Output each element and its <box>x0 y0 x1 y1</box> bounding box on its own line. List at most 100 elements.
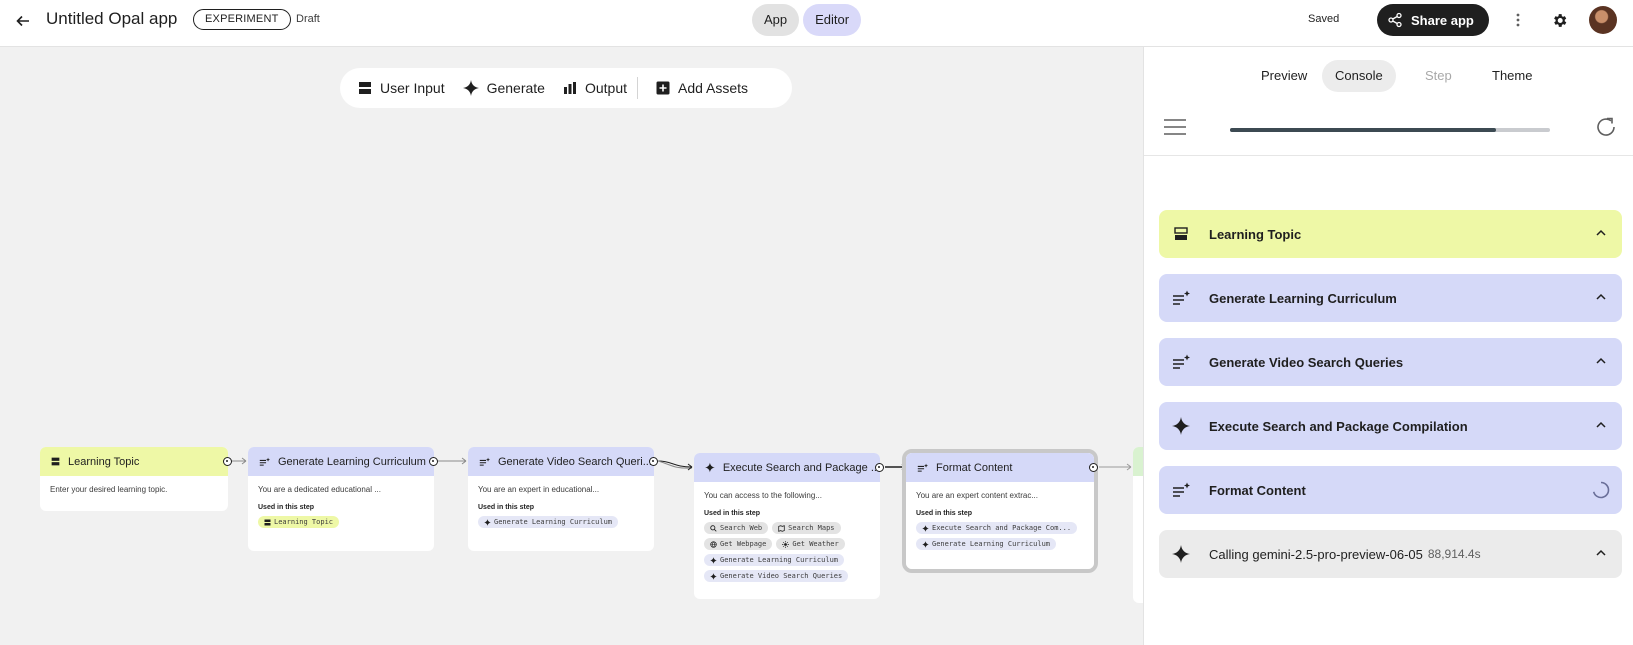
text-generate-icon <box>1171 480 1191 500</box>
dependency-chip[interactable]: Learning Topic <box>258 516 340 528</box>
text-generate-icon <box>479 457 490 466</box>
node-body: You can access to the following... Used … <box>694 482 880 590</box>
app-mode-button[interactable]: App <box>752 4 800 36</box>
output-port[interactable] <box>223 457 232 466</box>
sparkle-icon <box>922 524 929 532</box>
console-item-label: Execute Search and Package Compilation <box>1209 418 1468 434</box>
output-port[interactable] <box>429 457 438 466</box>
app-title[interactable]: Untitled Opal app <box>46 9 177 29</box>
panel-tabs: Preview Console Step Theme <box>1144 60 1633 92</box>
loading-spinner-icon <box>1592 481 1610 499</box>
node-header[interactable]: Learning Topic <box>40 447 228 476</box>
console-item-generate-video-search-queries[interactable]: Generate Video Search Queries <box>1159 338 1622 386</box>
node-generate-learning-curriculum[interactable]: Generate Learning Curriculum You are a d… <box>248 447 438 551</box>
node-header[interactable]: Execute Search and Package ... <box>694 453 880 482</box>
node-execute-search-and-package[interactable]: Execute Search and Package ... You can a… <box>694 453 884 599</box>
node-body: You are an expert content extrac... Used… <box>906 482 1094 558</box>
text-generate-icon <box>1171 288 1191 308</box>
sparkle-icon <box>1171 416 1191 436</box>
tool-chip-get-weather[interactable]: Get Weather <box>776 538 845 550</box>
used-in-step-label: Used in this step <box>478 504 535 511</box>
globe-icon <box>710 540 717 548</box>
console-item-label: Format Content <box>1209 482 1306 498</box>
node-description: You are an expert content extrac... <box>916 491 1039 500</box>
more-vert-icon <box>1516 13 1520 27</box>
restart-button[interactable] <box>1594 115 1618 144</box>
chip-label: Generate Learning Curriculum <box>932 540 1051 548</box>
chevron-up-icon <box>1596 549 1606 556</box>
console-item-generate-learning-curriculum[interactable]: Generate Learning Curriculum <box>1159 274 1622 322</box>
node-header[interactable]: Format Content <box>906 453 1094 482</box>
sparkle-icon <box>705 462 715 473</box>
chip-label: Generate Learning Curriculum <box>720 556 839 564</box>
console-panel: Preview Console Step Theme Learning Topi… <box>1143 47 1633 645</box>
app-header: Untitled Opal app EXPERIMENT Draft App E… <box>0 0 1633 47</box>
console-item-label: Generate Learning Curriculum <box>1209 290 1397 306</box>
chevron-up-icon <box>1596 293 1606 300</box>
tab-console[interactable]: Console <box>1322 60 1396 92</box>
dependency-chip[interactable]: Generate Learning Curriculum <box>704 554 845 566</box>
console-item-label: Learning Topic <box>1209 226 1302 242</box>
dependency-chip[interactable]: Generate Learning Curriculum <box>916 538 1057 550</box>
output-port[interactable] <box>649 457 658 466</box>
chip-label: Search Web <box>720 524 763 532</box>
console-item-execute-search[interactable]: Execute Search and Package Compilation <box>1159 402 1622 450</box>
user-input-icon <box>1171 224 1191 244</box>
tab-preview[interactable]: Preview <box>1248 60 1320 92</box>
editor-mode-button[interactable]: Editor <box>803 4 862 36</box>
console-item-learning-topic[interactable]: Learning Topic <box>1159 210 1622 258</box>
chip-label: Execute Search and Package Com... <box>932 524 1072 532</box>
node-generate-video-search-queries[interactable]: Generate Video Search Queri... You are a… <box>468 447 658 551</box>
node-format-content[interactable]: Format Content You are an expert content… <box>906 453 1098 569</box>
tool-chip-get-webpage[interactable]: Get Webpage <box>704 538 773 550</box>
editor-canvas[interactable]: User Input Generate Output Add Assets Le… <box>0 47 1143 645</box>
dependency-chip[interactable]: Generate Video Search Queries <box>704 570 849 582</box>
elapsed-time: 88,914.4s <box>1427 547 1481 561</box>
sparkle-icon <box>710 572 717 580</box>
dependency-chips: Generate Learning Curriculum <box>478 516 644 528</box>
dependency-chips: Execute Search and Package Com... Genera… <box>916 522 1084 550</box>
chip-label: Generate Learning Curriculum <box>494 518 613 526</box>
output-port[interactable] <box>875 463 884 472</box>
used-in-step-label: Used in this step <box>704 510 761 517</box>
text-generate-icon <box>917 463 928 472</box>
output-port[interactable] <box>1089 463 1098 472</box>
run-progress-fill <box>1230 128 1496 132</box>
node-body: You are an expert in educational... Used… <box>468 476 654 536</box>
node-offscreen[interactable] <box>1133 447 1143 603</box>
text-generate-icon <box>1171 352 1191 372</box>
draft-status: Draft <box>296 13 320 25</box>
menu-icon <box>1164 119 1186 135</box>
node-header[interactable]: Generate Learning Curriculum <box>248 447 434 476</box>
sparkle-icon <box>484 518 491 526</box>
console-item-label: Generate Video Search Queries <box>1209 354 1404 370</box>
map-icon <box>778 524 785 532</box>
share-app-button[interactable]: Share app <box>1377 4 1489 36</box>
node-header[interactable]: Generate Video Search Queri... <box>468 447 654 476</box>
console-item-calling-model[interactable]: Calling gemini-2.5-pro-preview-06-05 88,9… <box>1159 530 1622 578</box>
node-description: You are an expert in educational... <box>478 485 600 494</box>
sparkle-icon <box>710 556 717 564</box>
dependency-chip[interactable]: Generate Learning Curriculum <box>478 516 619 528</box>
tool-chip-search-web[interactable]: Search Web <box>704 522 769 534</box>
chip-label: Learning Topic <box>274 518 334 526</box>
node-description: You are a dedicated educational ... <box>258 485 381 494</box>
sparkle-icon <box>1171 544 1191 564</box>
console-item-format-content[interactable]: Format Content <box>1159 466 1622 514</box>
tab-step[interactable]: Step <box>1412 60 1465 92</box>
dependency-chip[interactable]: Execute Search and Package Com... <box>916 522 1078 534</box>
back-button[interactable] <box>10 8 36 34</box>
used-in-step-label: Used in this step <box>258 504 315 511</box>
node-header[interactable] <box>1133 447 1143 476</box>
run-progress-bar <box>1230 128 1550 132</box>
settings-button[interactable] <box>1548 8 1570 32</box>
avatar[interactable] <box>1589 6 1617 34</box>
mode-switch: App Editor <box>752 4 862 36</box>
menu-button[interactable] <box>1164 118 1186 141</box>
node-learning-topic[interactable]: Learning Topic Enter your desired learni… <box>40 447 232 511</box>
tool-chip-search-maps[interactable]: Search Maps <box>772 522 841 534</box>
used-in-step-label: Used in this step <box>916 510 973 517</box>
chevron-up-icon <box>1596 357 1606 364</box>
more-options-button[interactable] <box>1508 8 1528 32</box>
tab-theme[interactable]: Theme <box>1479 60 1545 92</box>
